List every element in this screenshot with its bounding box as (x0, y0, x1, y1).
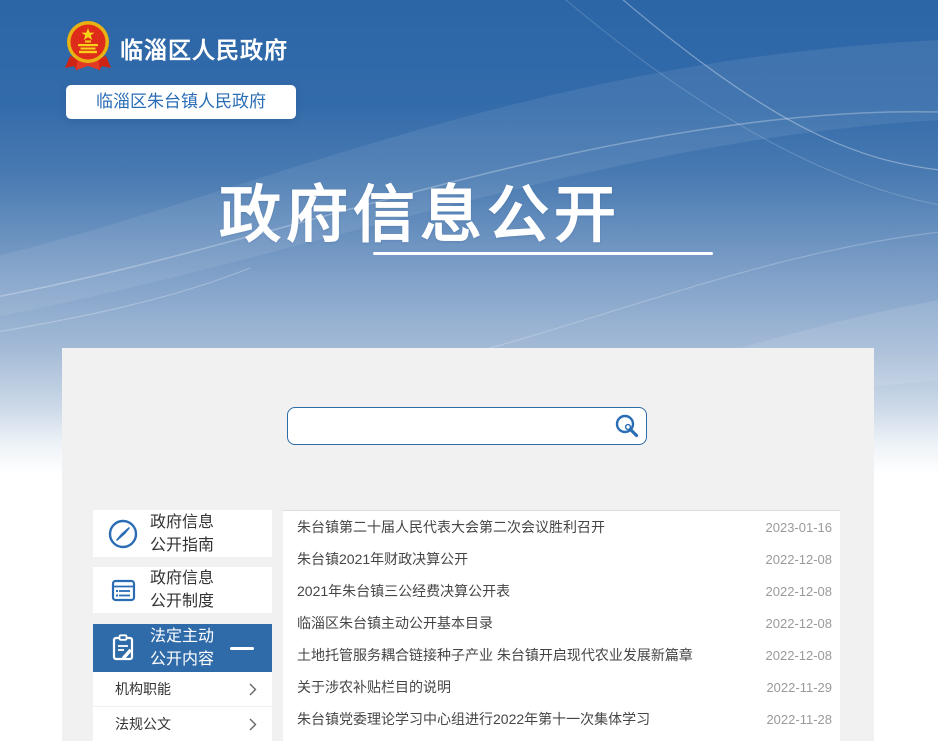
search-icon (613, 412, 641, 440)
chevron-right-icon (249, 683, 257, 696)
sidebar-item-label: 政府信息 公开制度 (150, 567, 214, 613)
news-row: 临淄区朱台镇主动公开基本目录 2022-12-08 (283, 607, 840, 639)
news-date: 2022-12-08 (766, 552, 833, 567)
content-panel: 政府信息 公开指南 政府信息 公开制度 (62, 348, 874, 741)
national-emblem-icon[interactable] (64, 20, 112, 74)
search-button[interactable] (613, 412, 641, 440)
submenu-item-label: 机构职能 (115, 679, 171, 699)
clipboard-edit-icon (106, 631, 140, 665)
sidebar-item-label: 法定主动 公开内容 (150, 625, 214, 671)
sidebar-item-gov-info-guide[interactable]: 政府信息 公开指南 (93, 510, 272, 557)
org-name-button[interactable]: 临淄区朱台镇人民政府 (66, 85, 296, 119)
news-date: 2022-11-29 (766, 680, 832, 695)
sidebar-item-gov-info-system[interactable]: 政府信息 公开制度 (93, 567, 272, 613)
news-row: 土地托管服务耦合链接种子产业 朱台镇开启现代农业发展新篇章 2022-12-08 (283, 639, 840, 671)
news-date: 2022-12-08 (766, 648, 833, 663)
submenu-item-label: 法规公文 (115, 714, 171, 734)
news-link[interactable]: 2021年朱台镇三公经费决算公开表 (297, 581, 510, 601)
news-row: 朱台镇第二十届人民代表大会第二次会议胜利召开 2023-01-16 (283, 511, 840, 543)
news-date: 2022-12-08 (766, 584, 833, 599)
notebook-icon (106, 573, 140, 607)
news-link[interactable]: 临淄区朱台镇主动公开基本目录 (297, 613, 493, 633)
search-bar (287, 407, 647, 445)
sidebar-item-label: 政府信息 公开指南 (150, 511, 214, 557)
news-link[interactable]: 土地托管服务耦合链接种子产业 朱台镇开启现代农业发展新篇章 (297, 645, 693, 665)
news-row: 朱台镇2021年财政决算公开 2022-12-08 (283, 543, 840, 575)
news-link[interactable]: 朱台镇党委理论学习中心组进行2022年第十一次集体学习 (297, 709, 650, 729)
sidebar-submenu: 机构职能 法规公文 (93, 672, 272, 741)
page-title: 政府信息公开 (0, 164, 840, 254)
search-input[interactable] (287, 407, 647, 445)
news-link[interactable]: 朱台镇2021年财政决算公开 (297, 549, 468, 569)
sidebar-item-statutory-disclosure[interactable]: 法定主动 公开内容 (93, 624, 272, 672)
news-date: 2023-01-16 (766, 520, 833, 535)
submenu-item-agency-functions[interactable]: 机构职能 (93, 672, 272, 706)
submenu-item-regulations-documents[interactable]: 法规公文 (93, 706, 272, 741)
news-date: 2022-12-08 (766, 616, 833, 631)
news-link[interactable]: 朱台镇第二十届人民代表大会第二次会议胜利召开 (297, 517, 605, 537)
chevron-right-icon (249, 718, 257, 731)
title-underline (373, 252, 713, 255)
news-row: 关于涉农补贴栏目的说明 2022-11-29 (283, 671, 840, 703)
minus-indicator[interactable] (230, 647, 254, 650)
site-name[interactable]: 临淄区人民政府 (120, 31, 288, 65)
news-list: 朱台镇第二十届人民代表大会第二次会议胜利召开 2023-01-16 朱台镇202… (283, 510, 840, 741)
news-date: 2022-11-28 (766, 712, 832, 727)
page: 临淄区人民政府 临淄区朱台镇人民政府 政府信息公开 (0, 0, 938, 741)
compass-icon (106, 517, 140, 551)
news-row: 朱台镇党委理论学习中心组进行2022年第十一次集体学习 2022-11-28 (283, 703, 840, 735)
news-link[interactable]: 关于涉农补贴栏目的说明 (297, 677, 451, 697)
news-row: 2021年朱台镇三公经费决算公开表 2022-12-08 (283, 575, 840, 607)
